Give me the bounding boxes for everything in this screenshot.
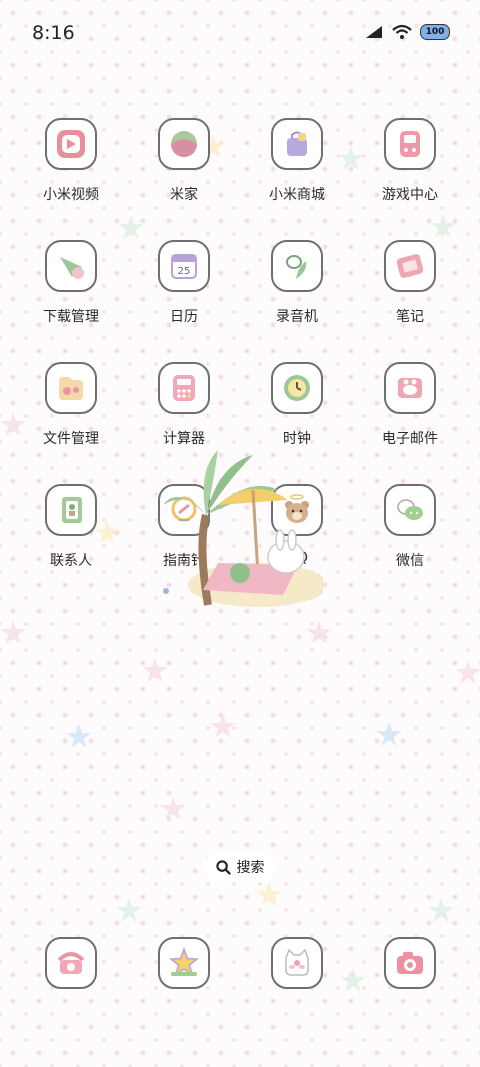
decor-star-icon [306, 620, 332, 644]
app-mijia[interactable]: 米家 [128, 118, 240, 218]
app-wechat[interactable]: 微信 [354, 484, 466, 584]
app-contacts[interactable]: 联系人 [15, 484, 127, 584]
phone-icon [57, 952, 85, 974]
contacts-icon [62, 497, 82, 523]
clock-icon [284, 375, 310, 401]
decor-star-icon [428, 898, 454, 922]
decor-star-icon [116, 898, 142, 922]
decor-star-icon [160, 796, 186, 820]
app-notes[interactable]: 笔记 [354, 240, 466, 340]
video-icon [57, 130, 85, 158]
app-label: 笔记 [396, 309, 424, 325]
app-mi-store[interactable]: 小米商城 [241, 118, 353, 218]
search-label: 搜索 [236, 860, 265, 876]
app-label: 联系人 [50, 553, 92, 569]
app-downloads[interactable]: 下载管理 [15, 240, 127, 340]
app-game-center[interactable]: 游戏中心 [354, 118, 466, 218]
decor-star-icon [142, 658, 168, 682]
app-label: 录音机 [276, 309, 318, 325]
dock-star-app[interactable] [128, 937, 240, 1007]
wechat-icon [397, 499, 423, 520]
recorder-icon [286, 255, 307, 279]
cat-message-icon [285, 948, 309, 976]
download-icon [60, 257, 84, 279]
app-email[interactable]: 电子邮件 [354, 362, 466, 462]
app-file-manager[interactable]: 文件管理 [15, 362, 127, 462]
dock-camera[interactable] [354, 937, 466, 1007]
app-recorder[interactable]: 录音机 [241, 240, 353, 340]
star-icon [168, 946, 200, 977]
search-button[interactable]: 搜索 [204, 852, 276, 882]
decor-star-icon [0, 620, 26, 644]
decor-star-icon [210, 714, 236, 738]
decor-star-icon [118, 215, 144, 239]
app-label: 电子邮件 [382, 431, 438, 447]
app-mi-video[interactable]: 小米视频 [15, 118, 127, 218]
app-label: 小米商城 [269, 187, 325, 203]
decor-star-icon [256, 882, 282, 906]
battery-indicator: 100 [420, 24, 450, 40]
app-label: 小米视频 [43, 187, 99, 203]
shopping-bag-icon [287, 131, 307, 156]
dock-messages[interactable] [241, 937, 353, 1007]
decor-star-icon [455, 660, 480, 684]
mail-icon [398, 378, 422, 398]
app-label: 米家 [170, 187, 198, 203]
signal-icon [366, 26, 382, 38]
app-label: 游戏中心 [382, 187, 438, 203]
calendar-icon: 25 [171, 254, 197, 279]
app-calendar[interactable]: 25 日历 [128, 240, 240, 340]
calendar-day: 25 [178, 266, 191, 277]
decor-star-icon [376, 722, 402, 746]
folder-icon [59, 377, 83, 400]
beach-scene-illustration [163, 450, 323, 607]
calculator-icon [173, 375, 195, 401]
decor-star-icon [66, 724, 92, 748]
status-time: 8:16 [32, 22, 75, 44]
wifi-icon [392, 24, 412, 39]
app-label: 日历 [170, 309, 198, 325]
app-label: 微信 [396, 553, 424, 569]
home-ball-icon [171, 131, 197, 157]
status-bar: 8:16 100 [0, 0, 480, 64]
game-console-icon [400, 131, 420, 157]
app-label: 文件管理 [43, 431, 99, 447]
notes-icon [396, 254, 424, 278]
app-label: 下载管理 [43, 309, 99, 325]
camera-icon [397, 952, 423, 974]
dock-phone[interactable] [15, 937, 127, 1007]
search-icon [215, 859, 231, 875]
